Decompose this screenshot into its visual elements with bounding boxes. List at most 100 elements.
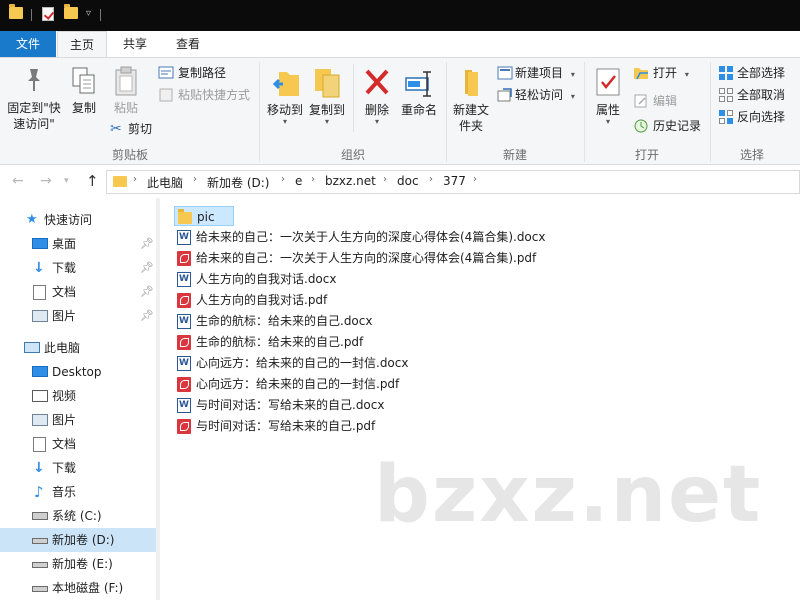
chevron-down-icon: ▾: [570, 92, 575, 101]
paste-button[interactable]: 粘贴: [106, 66, 146, 116]
chevron-down-icon[interactable]: ▿: [86, 8, 91, 19]
copy-path-icon: [158, 66, 174, 79]
tab-share[interactable]: 共享: [110, 31, 160, 57]
pin-icon[interactable]: 📌︎: [140, 256, 154, 280]
breadcrumb-this-pc[interactable]: 此电脑: [147, 174, 183, 191]
chevron-down-icon: ▾: [374, 117, 379, 126]
tab-view[interactable]: 查看: [163, 31, 213, 57]
sidebar-item-pc-desktop[interactable]: Desktop: [0, 360, 156, 384]
sidebar-item-label: 文档: [52, 285, 77, 299]
chevron-down-icon: ▾: [324, 117, 329, 126]
chevron-right-icon[interactable]: ›: [473, 174, 477, 185]
sidebar-item-videos[interactable]: 视频: [0, 384, 156, 408]
move-to-icon: [272, 72, 299, 96]
paste-shortcut-label: 粘贴快捷方式: [178, 88, 251, 102]
sidebar-item-desktop[interactable]: 桌面 📌︎: [0, 232, 156, 256]
sidebar-item-label: 新加卷 (D:): [52, 533, 115, 547]
sidebar-item-this-pc[interactable]: 此电脑: [0, 336, 156, 360]
pin-icon: [28, 69, 40, 91]
copy-button[interactable]: 复制: [66, 66, 102, 116]
sidebar-item-music[interactable]: ♪ 音乐: [0, 480, 156, 504]
sidebar-item-drive-d[interactable]: 新加卷 (D:): [0, 528, 156, 552]
chevron-right-icon[interactable]: ›: [133, 174, 137, 185]
copy-to-icon: [315, 69, 340, 98]
chevron-down-icon[interactable]: ▾: [64, 176, 69, 186]
sidebar-item-drive-f[interactable]: 本地磁盘 (F:): [0, 576, 156, 600]
sidebar-item-label: 音乐: [52, 485, 77, 499]
desktop-icon: [32, 366, 48, 377]
chevron-right-icon[interactable]: ›: [281, 174, 285, 185]
properties-icon: [596, 68, 620, 96]
chevron-right-icon[interactable]: ›: [193, 174, 197, 185]
breadcrumb-doc[interactable]: doc: [397, 174, 419, 188]
paste-shortcut-button[interactable]: 粘贴快捷方式: [158, 86, 250, 104]
download-icon: ↓: [33, 460, 45, 476]
copy-label: 复制: [71, 101, 96, 115]
select-all-button[interactable]: 全部选择: [718, 64, 785, 82]
sidebar-item-pictures[interactable]: 图片 📌︎: [0, 304, 156, 328]
pin-icon[interactable]: 📌︎: [140, 280, 154, 304]
new-folder-button[interactable]: 新建文件夹: [450, 66, 492, 134]
pin-icon[interactable]: 📌︎: [140, 304, 154, 328]
sidebar-item-label: 下载: [52, 461, 77, 475]
sidebar-item-documents[interactable]: 文档 📌︎: [0, 280, 156, 304]
ribbon: 固定到"快速访问" 复制 粘贴 复制路径 粘贴快捷方式 ✂ 剪切 剪贴板 移动到…: [0, 57, 800, 165]
sidebar-item-downloads[interactable]: ↓ 下载 📌︎: [0, 256, 156, 280]
address-bar[interactable]: › 此电脑 › 新加卷 (D:) › e › bzxz.net › doc › …: [106, 170, 800, 194]
breadcrumb-drive-d[interactable]: 新加卷 (D:): [207, 174, 269, 191]
tab-home[interactable]: 主页: [57, 31, 107, 58]
rename-button[interactable]: 重命名: [398, 66, 440, 118]
group-label-organize: 组织: [340, 148, 365, 162]
chevron-right-icon[interactable]: ›: [429, 174, 433, 185]
easy-access-button[interactable]: 轻松访问 ▾: [497, 86, 575, 104]
list-item-folder[interactable]: pic: [174, 206, 234, 226]
sidebar-item-pc-documents[interactable]: 文档: [0, 432, 156, 456]
up-icon[interactable]: ↑: [86, 172, 99, 190]
forward-icon[interactable]: →: [40, 173, 52, 189]
tab-file[interactable]: 文件: [0, 31, 56, 57]
breadcrumb-377[interactable]: 377: [443, 174, 466, 188]
picture-icon: [32, 310, 48, 322]
pin-to-quick-access-button[interactable]: 固定到"快速访问": [4, 66, 64, 132]
chevron-right-icon[interactable]: ›: [383, 174, 387, 185]
desktop-icon: [32, 238, 48, 249]
properties-button[interactable]: 属性 ▾: [589, 66, 627, 126]
select-none-button[interactable]: 全部取消: [718, 86, 785, 104]
open-button[interactable]: 打开 ▾: [633, 64, 689, 82]
sidebar-item-quick-access[interactable]: ★ 快速访问: [0, 208, 156, 232]
new-item-button[interactable]: 新建项目 ▾: [497, 64, 575, 82]
breadcrumb-bzxz[interactable]: bzxz.net: [325, 174, 376, 188]
easy-access-label: 轻松访问: [515, 88, 564, 102]
word-document-icon: [177, 398, 191, 413]
group-label-clipboard: 剪贴板: [111, 148, 148, 162]
chevron-down-icon: ▾: [684, 70, 689, 79]
delete-button[interactable]: 删除 ▾: [358, 66, 396, 126]
cut-button[interactable]: ✂ 剪切: [110, 120, 152, 138]
video-icon: [32, 390, 48, 402]
copy-to-button[interactable]: 复制到 ▾: [306, 66, 348, 126]
pin-icon[interactable]: 📌︎: [140, 232, 154, 256]
group-label-select: 选择: [739, 148, 764, 162]
scissors-icon: ✂: [110, 121, 122, 137]
sidebar-item-drive-c[interactable]: 系统 (C:): [0, 504, 156, 528]
invert-selection-button[interactable]: 反向选择: [718, 108, 785, 126]
back-icon[interactable]: ←: [12, 173, 24, 189]
copy-path-label: 复制路径: [178, 66, 227, 80]
history-label: 历史记录: [653, 119, 702, 133]
new-folder-icon: [465, 70, 478, 96]
edit-button[interactable]: 编辑: [633, 92, 677, 110]
breadcrumb-e[interactable]: e: [295, 174, 302, 188]
sidebar-item-drive-e[interactable]: 新加卷 (E:): [0, 552, 156, 576]
sidebar-item-pc-pictures[interactable]: 图片: [0, 408, 156, 432]
chevron-right-icon[interactable]: ›: [311, 174, 315, 185]
properties-icon[interactable]: [42, 7, 54, 21]
move-to-button[interactable]: 移动到 ▾: [264, 66, 306, 126]
history-button[interactable]: 历史记录: [633, 117, 701, 135]
pdf-icon: [177, 377, 191, 392]
file-name: 与时间对话：写给未来的自己.docx: [196, 398, 385, 412]
new-folder-icon[interactable]: [64, 4, 78, 19]
pdf-icon: [177, 335, 191, 350]
copy-path-button[interactable]: 复制路径: [158, 64, 226, 82]
sidebar-item-pc-downloads[interactable]: ↓ 下载: [0, 456, 156, 480]
folder-icon: [178, 209, 192, 224]
